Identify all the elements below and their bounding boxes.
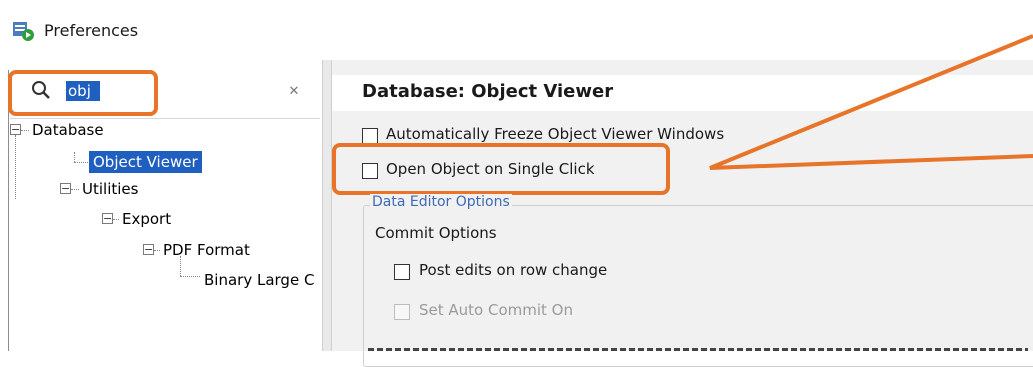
annotation-arrow bbox=[709, 34, 1033, 170]
